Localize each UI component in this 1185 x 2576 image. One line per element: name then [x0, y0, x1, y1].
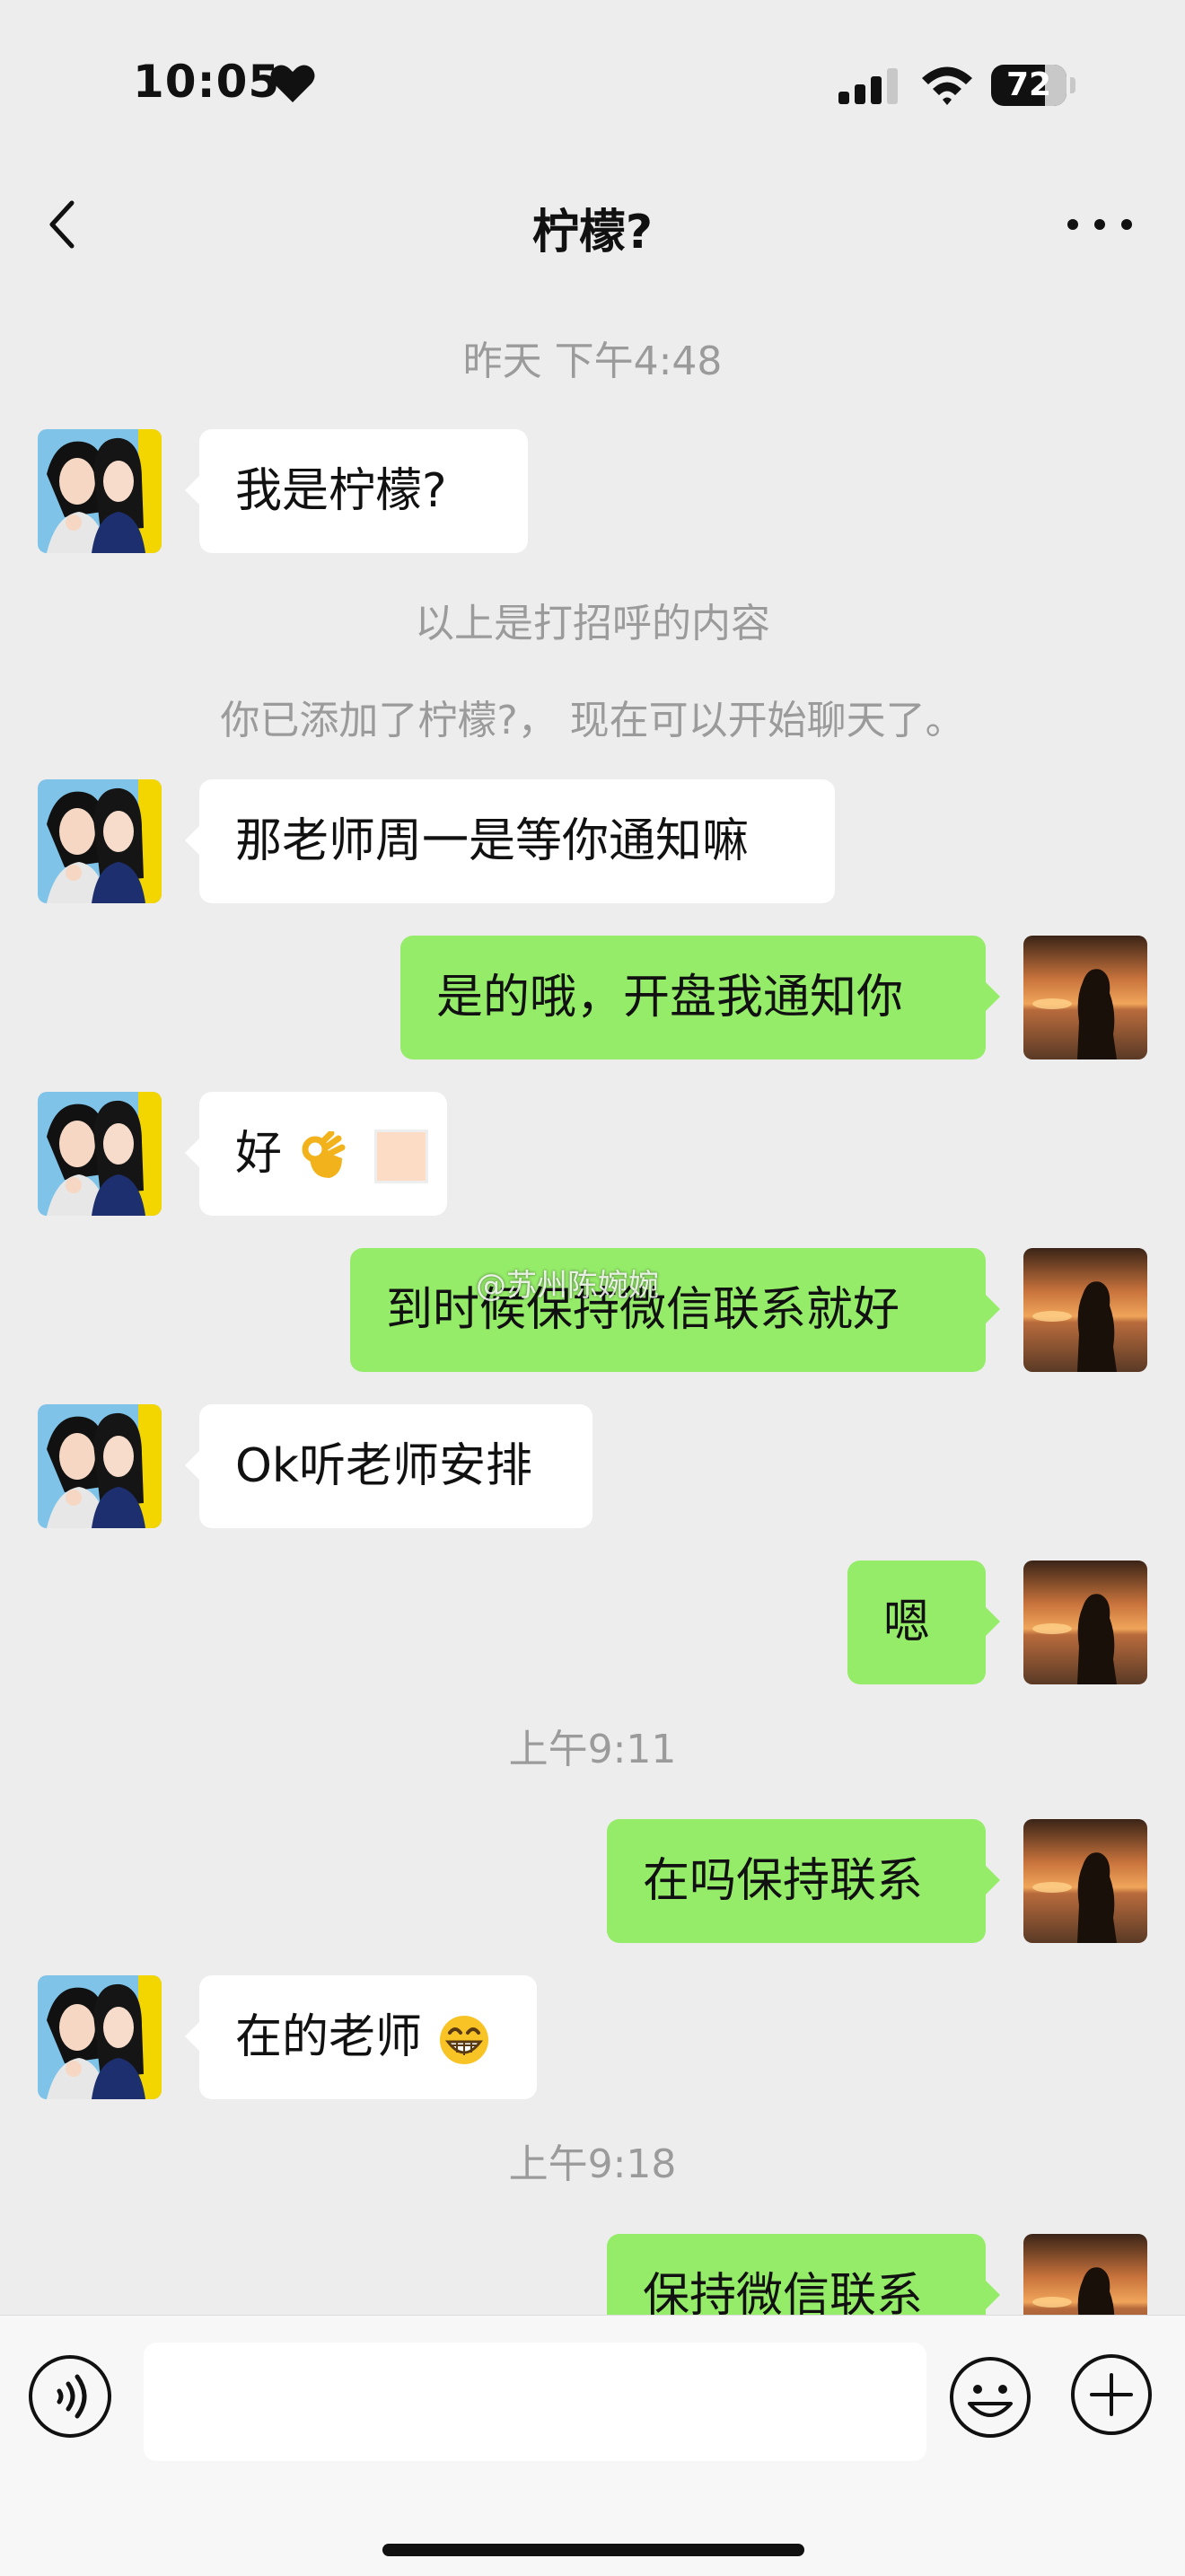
my-avatar[interactable]	[1023, 1248, 1147, 1372]
plus-circle-icon[interactable]	[1068, 2352, 1154, 2438]
outgoing-message[interactable]: 在吗保持联系	[607, 1819, 1000, 1943]
system-note-greeting: 以上是打招呼的内容	[415, 601, 770, 646]
grinning-emoji-icon	[439, 2016, 488, 2064]
incoming-message[interactable]: Ok听老师安排	[185, 1404, 592, 1528]
chat-header: 柠檬?	[0, 171, 1185, 278]
contact-avatar[interactable]	[38, 779, 162, 903]
outgoing-message[interactable]: 嗯	[847, 1561, 1000, 1684]
message-input[interactable]	[144, 2343, 926, 2461]
battery-level: 72	[1005, 66, 1052, 103]
incoming-message[interactable]: 在的老师	[185, 1975, 537, 2099]
message-text: 好	[235, 1127, 283, 1181]
contact-avatar[interactable]	[38, 1092, 162, 1216]
my-avatar[interactable]	[1023, 936, 1147, 1059]
wifi-icon	[922, 66, 972, 105]
outgoing-message[interactable]: 是的哦，开盘我通知你	[400, 936, 1000, 1059]
my-avatar[interactable]	[1023, 1819, 1147, 1943]
status-time: 10:05	[133, 56, 281, 108]
ok-hand-emoji-icon	[302, 1131, 346, 1178]
contact-avatar[interactable]	[38, 1975, 162, 2099]
timestamp: 上午9:11	[508, 1727, 677, 1772]
incoming-message[interactable]: 好	[185, 1092, 447, 1216]
message-text: 是的哦，开盘我通知你	[436, 971, 904, 1024]
message-text: 我是柠檬?	[235, 464, 447, 518]
message-text: 那老师周一是等你通知嘛	[235, 814, 750, 868]
contact-avatar[interactable]	[38, 1404, 162, 1528]
more-dots-icon[interactable]	[1059, 198, 1140, 251]
incoming-message[interactable]: 那老师周一是等你通知嘛	[185, 779, 835, 903]
system-note-added: 你已添加了柠檬?， 现在可以开始聊天了。	[220, 698, 965, 743]
message-text: 在吗保持联系	[643, 1854, 924, 1908]
heart-icon	[270, 65, 315, 102]
emoji-icon[interactable]	[948, 2355, 1032, 2440]
battery-indicator: 72	[991, 65, 1075, 108]
message-text: 嗯	[883, 1596, 931, 1649]
status-bar: 10:05 72	[0, 0, 1185, 171]
voice-icon[interactable]	[27, 2353, 113, 2440]
unknown-emoji-icon	[374, 1130, 429, 1183]
cellular-signal-icon	[838, 68, 898, 104]
chat-title: 柠檬?	[531, 206, 654, 259]
home-indicator	[382, 2544, 804, 2556]
incoming-message[interactable]: 我是柠檬?	[185, 429, 528, 553]
message-text: Ok听老师安排	[235, 1439, 533, 1493]
message-text: 在的老师	[235, 2010, 423, 2064]
timestamp: 上午9:18	[508, 2141, 677, 2187]
my-avatar[interactable]	[1023, 1561, 1147, 1684]
timestamp: 昨天 下午4:48	[462, 338, 723, 384]
contact-avatar[interactable]	[38, 429, 162, 553]
input-bar	[0, 2315, 1185, 2576]
watermark: @苏州陈婉婉	[476, 1268, 659, 1304]
outgoing-message[interactable]: 到时候保持微信联系就好	[350, 1248, 1000, 1372]
